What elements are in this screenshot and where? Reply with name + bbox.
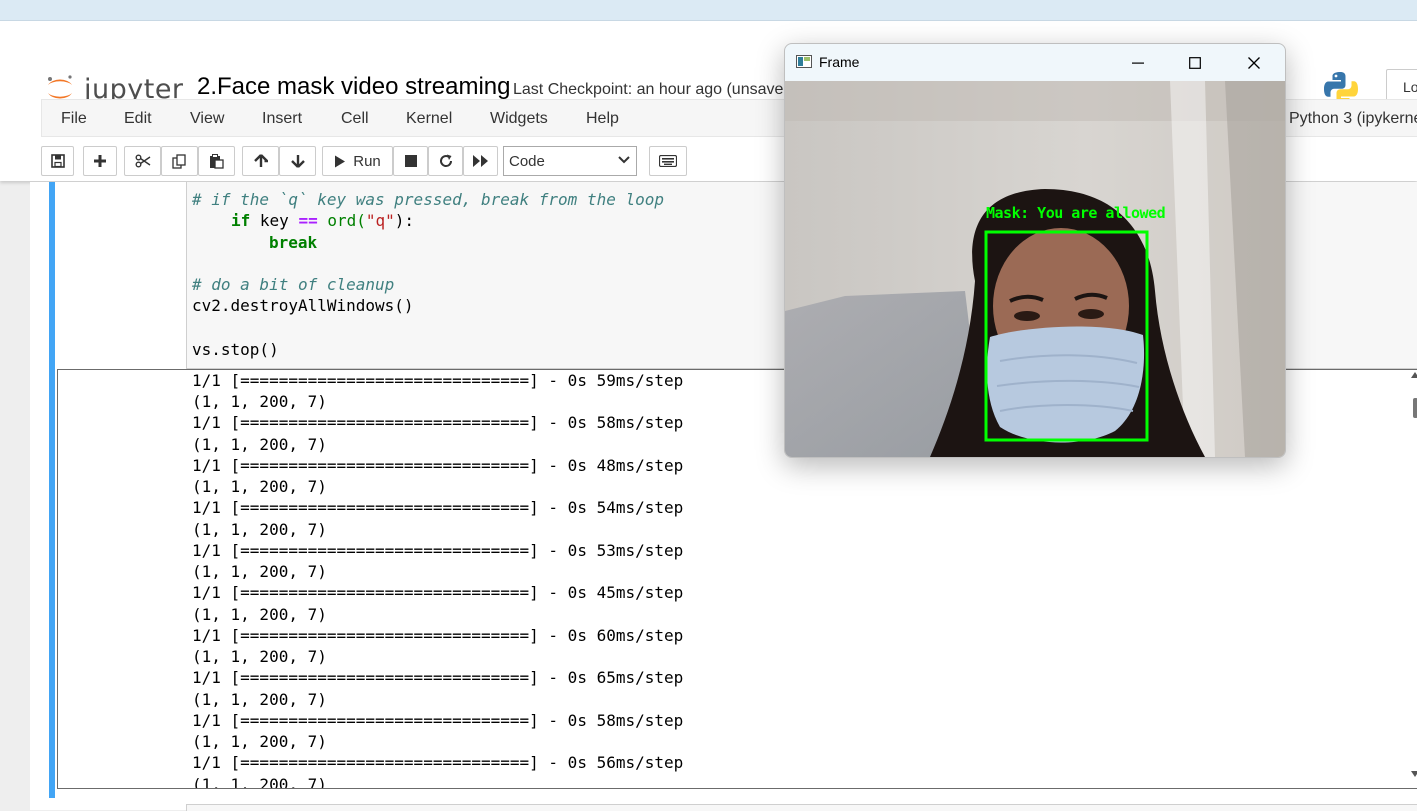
- play-icon: [335, 155, 346, 167]
- menu-cell[interactable]: Cell: [341, 110, 369, 128]
- minimize-icon: [1132, 62, 1144, 64]
- paste-button[interactable]: [198, 146, 235, 176]
- code-token: key: [250, 211, 299, 230]
- cut-button[interactable]: [124, 146, 161, 176]
- scissors-icon: [135, 154, 150, 168]
- output-line: 1/1 [==============================] - 0…: [192, 498, 684, 517]
- frame-window-title: Frame: [819, 54, 860, 70]
- menu-file[interactable]: File: [61, 110, 87, 128]
- close-button[interactable]: [1231, 48, 1277, 78]
- move-down-button[interactable]: [279, 146, 316, 176]
- menu-edit[interactable]: Edit: [124, 110, 152, 128]
- output-line: 1/1 [==============================] - 0…: [192, 753, 684, 772]
- menu-insert[interactable]: Insert: [262, 110, 302, 128]
- webcam-video-frame: [785, 81, 1285, 457]
- paste-icon: [210, 153, 224, 169]
- fast-forward-icon: [472, 155, 488, 167]
- output-line: 1/1 [==============================] - 0…: [192, 456, 684, 475]
- output-line: (1, 1, 200, 7): [192, 605, 327, 624]
- cell-type-select[interactable]: Code: [503, 146, 637, 176]
- output-line: (1, 1, 200, 7): [192, 562, 327, 581]
- restart-icon: [439, 154, 452, 167]
- code-line: # if the `q` key was pressed, break from…: [192, 190, 665, 209]
- code-token: if: [231, 211, 251, 230]
- output-line: (1, 1, 200, 7): [192, 690, 327, 709]
- output-line: (1, 1, 200, 7): [192, 647, 327, 666]
- code-token: "q": [365, 211, 395, 230]
- copy-icon: [172, 153, 186, 169]
- copy-button[interactable]: [161, 146, 198, 176]
- code-line: break: [269, 233, 318, 252]
- output-line: 1/1 [==============================] - 0…: [192, 668, 684, 687]
- cell-type-value: Code: [509, 153, 545, 170]
- mask-status-label: Mask: You are allowed: [986, 204, 1166, 222]
- kernel-indicator[interactable]: Python 3 (ipykernel): [1289, 110, 1417, 128]
- run-label: Run: [353, 152, 381, 170]
- code-line: vs.stop(): [192, 340, 279, 359]
- run-button[interactable]: Run: [322, 146, 393, 176]
- menu-view[interactable]: View: [190, 110, 224, 128]
- output-line: 1/1 [==============================] - 0…: [192, 583, 684, 602]
- minimize-button[interactable]: [1115, 48, 1161, 78]
- maximize-icon: [1189, 57, 1201, 69]
- output-line: (1, 1, 200, 7): [192, 435, 327, 454]
- chevron-down-icon: [618, 156, 630, 164]
- menu-help[interactable]: Help: [586, 110, 619, 128]
- output-line: 1/1 [==============================] - 0…: [192, 371, 684, 390]
- code-line: # do a bit of cleanup: [192, 275, 395, 294]
- maximize-button[interactable]: [1172, 48, 1218, 78]
- move-up-button[interactable]: [242, 146, 279, 176]
- interrupt-button[interactable]: [393, 146, 428, 176]
- menu-kernel[interactable]: Kernel: [406, 110, 452, 128]
- output-line: (1, 1, 200, 7): [192, 392, 327, 411]
- restart-button[interactable]: [428, 146, 463, 176]
- output-line: 1/1 [==============================] - 0…: [192, 626, 684, 645]
- selected-cell-indicator: [49, 182, 55, 798]
- output-line: 1/1 [==============================] - 0…: [192, 711, 684, 730]
- save-icon: [50, 154, 65, 168]
- code-token: ord(: [317, 211, 366, 230]
- code-line: cv2.destroyAllWindows(): [192, 296, 414, 315]
- output-scrollbar-thumb[interactable]: [1413, 398, 1417, 418]
- code-token: ):: [394, 211, 415, 230]
- output-line: (1, 1, 200, 7): [192, 477, 327, 496]
- plus-icon: [94, 155, 106, 167]
- output-line: 1/1 [==============================] - 0…: [192, 413, 684, 432]
- menu-widgets[interactable]: Widgets: [490, 110, 548, 128]
- stop-icon: [404, 155, 417, 167]
- close-icon: [1248, 57, 1260, 69]
- output-line: 1/1 [==============================] - 0…: [192, 541, 684, 560]
- code-line: if key == ord("q"):: [231, 211, 414, 230]
- code-token: ==: [298, 211, 318, 230]
- output-line: (1, 1, 200, 7): [192, 775, 327, 788]
- frame-app-icon: [796, 55, 812, 68]
- frame-window[interactable]: Frame Mask: You are allowed: [784, 43, 1286, 458]
- keyboard-icon: [659, 155, 677, 167]
- insert-cell-button[interactable]: [83, 146, 117, 176]
- output-line: (1, 1, 200, 7): [192, 520, 327, 539]
- browser-top-strip: [0, 0, 1417, 21]
- restart-run-all-button[interactable]: [463, 146, 498, 176]
- arrow-down-icon: [290, 155, 305, 168]
- scroll-up-icon[interactable]: [1411, 371, 1417, 379]
- output-line: (1, 1, 200, 7): [192, 732, 327, 751]
- arrow-up-icon: [253, 154, 268, 167]
- command-palette-button[interactable]: [649, 146, 687, 176]
- notebook-title[interactable]: 2.Face mask video streaming: [197, 73, 510, 101]
- save-button[interactable]: [41, 146, 74, 176]
- scroll-down-icon[interactable]: [1411, 770, 1417, 778]
